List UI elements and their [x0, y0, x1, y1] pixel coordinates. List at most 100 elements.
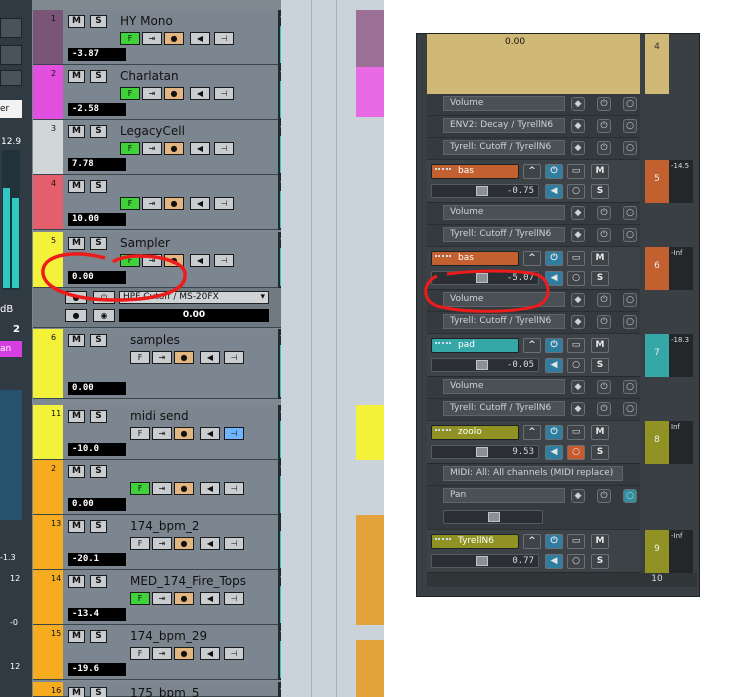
record-button[interactable]: ● — [164, 32, 184, 45]
track-row[interactable]: pad -0.05 ^ ⏻ ▭ M ◀ ○ S — [427, 334, 640, 377]
record-button[interactable]: ● — [164, 142, 184, 155]
io-icon[interactable]: ▭ — [567, 534, 585, 549]
io-button[interactable]: ⊣ — [214, 197, 234, 210]
drag-handle-icon[interactable] — [435, 429, 451, 435]
record-button[interactable]: ● — [174, 482, 194, 495]
io-icon[interactable]: ▭ — [567, 425, 585, 440]
speaker-button[interactable]: ◀ — [200, 482, 220, 495]
power-icon[interactable]: ⏻ — [597, 206, 611, 220]
env-arm-icon[interactable]: ◆ — [571, 97, 585, 111]
solo-button[interactable]: S — [90, 465, 107, 478]
record-button[interactable]: ● — [174, 647, 194, 660]
automation-lane[interactable]: Pan ◆ ⏻ ○ — [427, 486, 640, 530]
power-icon[interactable]: ⏻ — [545, 425, 563, 440]
automation-lane[interactable]: ENV2: Decay / TyrellN6 ◆ ⏻ ○ — [427, 116, 640, 138]
track-name[interactable]: 174_bpm_2 — [130, 519, 199, 533]
volume-slider[interactable]: -0.75 — [431, 184, 539, 198]
power-icon[interactable]: ⏻ — [597, 293, 611, 307]
record-button[interactable]: ● — [164, 197, 184, 210]
clip-audio[interactable] — [356, 640, 384, 697]
speaker-button[interactable]: ◀ — [190, 142, 210, 155]
track-row[interactable]: 15MS174_bpm_29F⇥●◀⊣-19.6-10.1 — [33, 625, 314, 680]
volume-slider-thumb[interactable] — [476, 360, 488, 370]
track-name[interactable]: 175_bpm_5 — [130, 686, 199, 697]
monitor-button[interactable]: F — [120, 197, 140, 210]
power-icon[interactable]: ⏻ — [597, 119, 611, 133]
clip-midi-send[interactable] — [356, 405, 384, 460]
io-button[interactable]: ⊣ — [224, 351, 244, 364]
solo-button[interactable]: S — [90, 520, 107, 533]
record-arm-icon[interactable]: ○ — [567, 554, 585, 569]
solo-button[interactable]: S — [90, 334, 107, 347]
env-arm-icon[interactable]: ◆ — [571, 489, 585, 503]
monitor-button[interactable]: F — [130, 537, 150, 550]
record-arm-icon[interactable]: ○ — [567, 271, 585, 286]
record-mode-icon[interactable]: ○ — [623, 228, 637, 242]
speaker-button[interactable]: ◀ — [200, 427, 220, 440]
env-icon[interactable]: ^ — [523, 425, 541, 440]
volume-slider[interactable]: -0.05 — [431, 358, 539, 372]
track-volume-value[interactable]: -19.6 — [68, 663, 126, 676]
mute-button[interactable]: M — [591, 251, 609, 266]
automation-lane[interactable]: Volume ◆ ⏻ ○ — [427, 203, 640, 225]
env-icon[interactable]: ^ — [523, 534, 541, 549]
speaker-button[interactable]: ◀ — [200, 647, 220, 660]
record-button[interactable]: ● — [174, 351, 194, 364]
power-icon[interactable]: ⏻ — [597, 315, 611, 329]
env-arm-icon[interactable]: ◆ — [571, 206, 585, 220]
env-arm-icon[interactable]: ◆ — [571, 380, 585, 394]
mute-button[interactable]: M — [591, 425, 609, 440]
track-row[interactable]: 2MSCharlatanF⇥●◀⊣-2.58-12.9 — [33, 65, 314, 120]
clip-charlatan[interactable] — [356, 67, 384, 117]
automation-lane[interactable]: Tyrell: Cutoff / TyrellN6 ◆ ⏻ ○ — [427, 225, 640, 247]
io-button[interactable]: ⊣ — [224, 647, 244, 660]
phase-icon[interactable]: ◀ — [545, 358, 563, 373]
track-row[interactable]: 11MSmidi sendF⇥●◀⊣-10.0-Inf — [33, 405, 314, 460]
drag-handle-icon[interactable] — [435, 342, 451, 348]
record-mode-icon[interactable]: ○ — [623, 489, 637, 503]
automation-lane[interactable]: Volume ◆ ⏻ ○ — [427, 377, 640, 399]
record-mode-icon[interactable]: ○ — [623, 293, 637, 307]
record-button[interactable]: ● — [164, 87, 184, 100]
record-mode-icon[interactable]: ○ — [623, 119, 637, 133]
track-row[interactable]: 1MSHY MonoF⇥●◀⊣-3.87-10.4 — [33, 10, 314, 65]
automation-param[interactable]: ENV2: Decay / TyrellN6 — [443, 118, 565, 133]
speaker-button[interactable]: ◀ — [190, 32, 210, 45]
track-volume-value[interactable]: 0.00 — [68, 382, 126, 395]
solo-button[interactable]: S — [591, 445, 609, 460]
inspector-button[interactable] — [0, 45, 22, 65]
volume-slider-thumb[interactable] — [476, 186, 488, 196]
record-mode-icon[interactable]: ○ — [623, 315, 637, 329]
clip-hy-mono[interactable] — [356, 10, 384, 67]
volume-slider[interactable]: 0.77 — [431, 554, 539, 568]
mute-button[interactable]: M — [68, 334, 85, 347]
mute-button[interactable]: M — [68, 15, 85, 28]
mute-button[interactable]: M — [68, 630, 85, 643]
monitor-button[interactable]: F — [120, 32, 140, 45]
solo-button[interactable]: S — [90, 575, 107, 588]
track-row[interactable]: 6MSsamplesF⇥●◀⊣0.00-8.8 — [33, 329, 314, 399]
track-row[interactable]: 4MSF⇥●◀⊣10.00-Inf — [33, 175, 314, 230]
monitor-button[interactable]: F — [130, 592, 150, 605]
solo-button[interactable]: S — [90, 125, 107, 138]
io-icon[interactable]: ▭ — [567, 338, 585, 353]
solo-button[interactable]: S — [90, 15, 107, 28]
pre-button[interactable]: ⇥ — [152, 482, 172, 495]
write-button[interactable]: ◉ — [93, 309, 115, 322]
speaker-button[interactable]: ◀ — [200, 592, 220, 605]
automation-param[interactable]: Volume — [443, 205, 565, 220]
track-volume-value[interactable]: -20.1 — [68, 553, 126, 566]
automation-param[interactable]: Volume — [443, 379, 565, 394]
io-button[interactable]: ⊣ — [214, 142, 234, 155]
solo-button[interactable]: S — [90, 410, 107, 423]
io-button[interactable]: ⊣ — [224, 592, 244, 605]
track-row[interactable]: zoolo 9.53 ^ ⏻ ▭ M ◀ ○ S — [427, 421, 640, 464]
midi-input-label[interactable]: MIDI: All: All channels (MIDI replace) — [443, 466, 623, 481]
inspector-button[interactable] — [0, 70, 22, 86]
record-mode-icon[interactable]: ○ — [623, 141, 637, 155]
mute-button[interactable]: M — [68, 410, 85, 423]
drag-handle-icon[interactable] — [435, 168, 451, 174]
pre-button[interactable]: ⇥ — [142, 197, 162, 210]
mute-button[interactable]: M — [591, 534, 609, 549]
automation-param[interactable]: Tyrell: Cutoff / TyrellN6 — [443, 401, 565, 416]
